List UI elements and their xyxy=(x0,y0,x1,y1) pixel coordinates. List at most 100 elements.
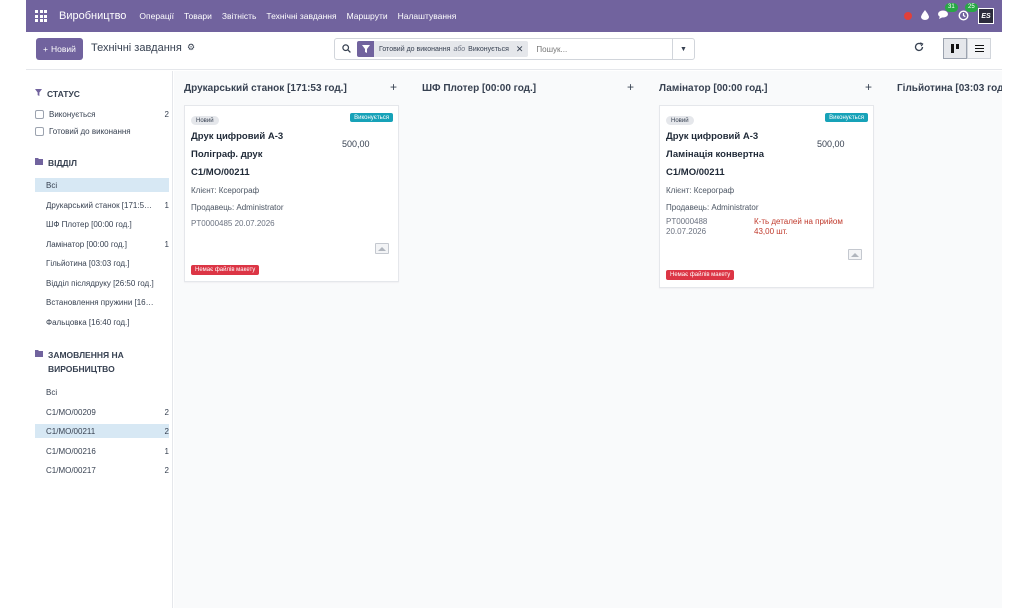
search-input[interactable] xyxy=(536,44,637,54)
control-panel: + Новий Технічні завдання ⚙ Готовий до в… xyxy=(26,32,1002,70)
new-button[interactable]: + Новий xyxy=(36,38,83,60)
list-icon xyxy=(974,44,984,53)
search-options-toggle[interactable]: ▼ xyxy=(672,39,694,59)
card-product: Друк цифровий А-3 xyxy=(666,131,759,142)
new-button-label: Новий xyxy=(50,44,76,54)
card-order-ref: C1/MO/00211 xyxy=(666,167,725,178)
menu-item-work-orders[interactable]: Технічні завдання xyxy=(266,11,336,21)
stage-badge: Новий xyxy=(191,116,219,125)
card-product: Друк цифровий А-3 xyxy=(191,131,284,142)
card-reference-date: 20.07.2026 xyxy=(666,227,707,236)
kanban-view-button[interactable] xyxy=(943,38,967,59)
order-item[interactable]: C1/MO/00211 2 xyxy=(35,424,169,438)
card-reference-code: PT0000488 xyxy=(666,217,708,226)
top-navbar: Виробництво Операції Товари Звітність Те… xyxy=(26,0,1002,32)
order-item[interactable]: C1/MO/00209 2 xyxy=(35,405,169,419)
department-item-all[interactable]: Всі xyxy=(35,178,169,192)
menu-item-routes[interactable]: Маршрути xyxy=(347,11,388,21)
menu-item-operations[interactable]: Операції xyxy=(139,11,174,21)
folder-icon xyxy=(35,156,43,170)
card-seller: Продавець: Administrator xyxy=(191,203,284,212)
card-warning-value: 43,00 шт. xyxy=(754,227,788,236)
card-operation: Ламінація конвертна xyxy=(666,149,765,160)
apps-menu-icon[interactable] xyxy=(35,10,47,22)
stage-badge: Новий xyxy=(666,116,694,125)
card-seller: Продавець: Administrator xyxy=(666,203,759,212)
alert-badge: Немає файлів макету xyxy=(191,265,260,275)
column-header: Гільйотина [03:03 год.] xyxy=(897,82,1002,94)
gear-icon[interactable]: ⚙ xyxy=(187,42,195,53)
column-header: Ламінатор [00:00 год.] xyxy=(659,82,768,94)
search-icon[interactable] xyxy=(342,43,351,55)
filter-facet-body: Готовий до виконання або Виконується ✕ xyxy=(374,41,529,57)
column-add-icon[interactable]: + xyxy=(390,80,397,94)
image-placeholder-icon xyxy=(375,243,389,254)
facet-or: або xyxy=(453,45,466,53)
department-section-title: ВІДДІЛ xyxy=(35,156,77,170)
list-view-button[interactable] xyxy=(967,38,991,59)
column-add-icon[interactable]: + xyxy=(865,80,872,94)
department-item[interactable]: ШФ Плотер [00:00 год.] xyxy=(35,217,169,231)
kanban-board: Друкарський станок [171:53 год.] + ШФ Пл… xyxy=(174,71,1002,608)
refresh-icon[interactable] xyxy=(914,42,924,55)
systray: 31 25 ES xyxy=(904,0,994,32)
menu-item-products[interactable]: Товари xyxy=(184,11,212,21)
column-add-icon[interactable]: + xyxy=(627,80,634,94)
department-item[interactable]: Гільйотина [03:03 год.] xyxy=(35,256,169,270)
facet-value-ready: Готовий до виконання xyxy=(379,45,451,53)
view-switcher xyxy=(943,38,991,59)
chat-icon[interactable]: 31 xyxy=(938,3,958,22)
department-item[interactable]: Фальцовка [16:40 год.] xyxy=(35,315,169,329)
caret-down-icon: ▼ xyxy=(680,45,687,53)
filter-facet: Готовий до виконання або Виконується ✕ xyxy=(357,41,529,57)
department-item[interactable]: Встановлення пружини [16:40 год.] xyxy=(35,295,169,309)
checkbox[interactable] xyxy=(35,126,44,136)
orders-section-title: ЗАМОВЛЕННЯ НА ВИРОБНИЦТВО xyxy=(35,348,155,376)
status-filter-in-progress[interactable]: Виконується 2 xyxy=(35,107,169,121)
activity-count-badge: 25 xyxy=(965,2,978,12)
column-header: Друкарський станок [171:53 год.] xyxy=(184,82,347,94)
activity-icon[interactable]: 25 xyxy=(958,2,978,23)
folder-icon xyxy=(35,348,43,362)
order-item[interactable]: C1/MO/00216 1 xyxy=(35,444,169,458)
filter-icon xyxy=(357,41,374,57)
kanban-icon xyxy=(951,44,959,53)
app-brand[interactable]: Виробництво xyxy=(59,10,126,22)
search-bar: Готовий до виконання або Виконується ✕ ▼ xyxy=(334,38,695,60)
department-item[interactable]: Ламінатор [00:00 год.] 1 xyxy=(35,237,169,251)
department-item[interactable]: Друкарський станок [171:53 год.] 1 xyxy=(35,198,169,212)
state-badge: Виконується xyxy=(825,113,868,122)
plus-icon: + xyxy=(43,44,48,54)
card-quantity: 500,00 xyxy=(342,139,370,149)
card-client: Клієнт: Ксерограф xyxy=(666,186,735,195)
kanban-card[interactable]: Новий Виконується Друк цифровий А-3 Полі… xyxy=(184,105,399,282)
status-dot-icon[interactable] xyxy=(904,12,912,20)
card-operation: Поліграф. друк xyxy=(191,149,263,160)
column-header: ШФ Плотер [00:00 год.] xyxy=(422,82,537,94)
facet-remove-icon[interactable]: ✕ xyxy=(516,44,524,55)
order-item[interactable]: C1/MO/00217 2 xyxy=(35,463,169,477)
chat-count-badge: 31 xyxy=(945,3,958,12)
menu-item-settings[interactable]: Налаштування xyxy=(398,11,457,21)
card-order-ref: C1/MO/00211 xyxy=(191,167,250,178)
alert-badge: Немає файлів макету xyxy=(666,270,735,280)
status-filter-ready[interactable]: Готовий до виконання xyxy=(35,124,169,138)
card-warning-label: К-ть деталей на прийом xyxy=(754,217,843,226)
main-menu: Операції Товари Звітність Технічні завда… xyxy=(134,11,461,21)
drop-icon[interactable] xyxy=(921,10,929,22)
menu-item-reporting[interactable]: Звітність xyxy=(222,11,257,21)
department-item[interactable]: Відділ післядруку [26:50 год.] xyxy=(35,276,169,290)
checkbox[interactable] xyxy=(35,109,44,119)
kanban-card[interactable]: Новий Виконується Друк цифровий А-3 Ламі… xyxy=(659,105,874,288)
order-item-all[interactable]: Всі xyxy=(35,385,169,399)
state-badge: Виконується xyxy=(350,113,393,122)
page-title: Технічні завдання xyxy=(91,42,182,54)
search-panel: СТАТУС Виконується 2 Готовий до виконанн… xyxy=(26,71,173,608)
card-reference: PT0000485 20.07.2026 xyxy=(191,219,275,228)
card-quantity: 500,00 xyxy=(817,139,845,149)
image-placeholder-icon xyxy=(848,249,862,260)
status-section-title: СТАТУС xyxy=(35,87,80,101)
facet-value-in-progress: Виконується xyxy=(468,45,509,53)
user-avatar[interactable]: ES xyxy=(978,8,994,24)
filter-icon xyxy=(35,87,42,101)
